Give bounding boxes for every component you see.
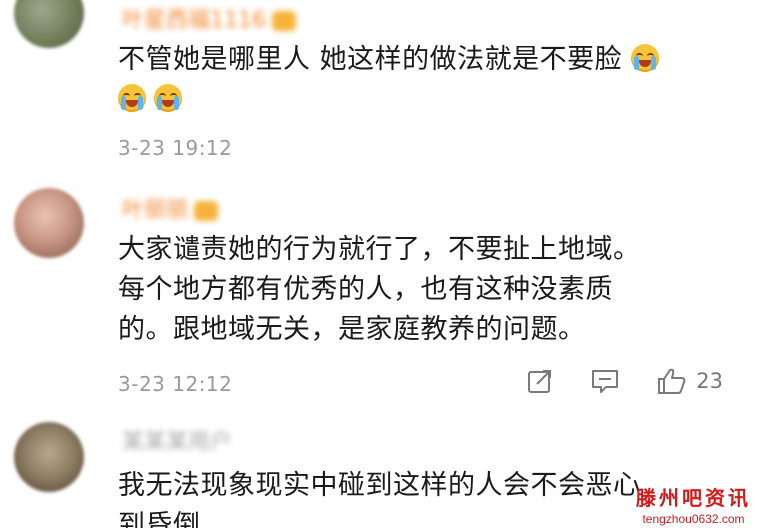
- share-icon: [528, 370, 552, 393]
- like-count: 23: [696, 369, 723, 393]
- username[interactable]: 叶丽丽: [122, 192, 219, 223]
- watermark-title: 滕州吧资讯: [636, 486, 751, 510]
- avatar[interactable]: [14, 188, 84, 258]
- user-badge-icon: [272, 11, 296, 31]
- comment-text: 大家谴责她的行为就行了，不要扯上地域。 每个地方都有优秀的人，也有这种没素质 的…: [118, 234, 641, 345]
- reply-button[interactable]: [590, 367, 620, 395]
- user-badge-icon: [194, 201, 219, 221]
- crying-emoji-icon: [631, 44, 660, 72]
- avatar[interactable]: [14, 0, 84, 48]
- crying-emoji-icon: [118, 84, 146, 112]
- thumbs-up-icon: [658, 368, 686, 394]
- username[interactable]: 某某某用户: [122, 424, 232, 455]
- comment-icon: [592, 370, 619, 393]
- username[interactable]: 叶星西福1116: [122, 2, 296, 33]
- watermark-url: tengzhou0632.com: [642, 512, 745, 526]
- crying-emoji-icon: [154, 84, 182, 112]
- avatar[interactable]: [14, 422, 84, 492]
- like-button[interactable]: 23: [656, 366, 723, 396]
- comment-time: 3-23 19:12: [118, 136, 233, 160]
- comment-text: 不管她是哪里人 她这样的做法就是不要脸: [118, 40, 738, 120]
- share-button[interactable]: [526, 367, 554, 395]
- comment-actions: 23: [490, 366, 723, 396]
- comment-time: 3-23 12:12: [118, 372, 233, 396]
- watermark: 滕州吧资讯 tengzhou0632.com: [636, 482, 751, 526]
